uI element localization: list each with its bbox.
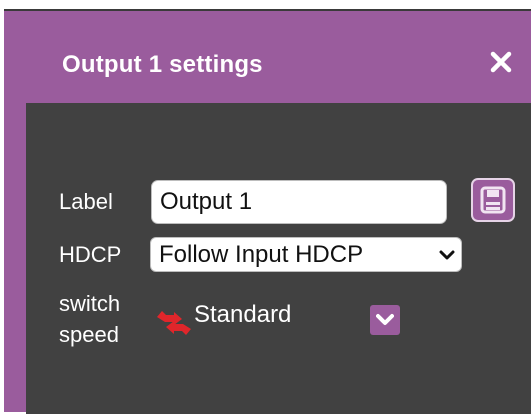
- switch-speed-icon: [157, 311, 191, 335]
- save-icon: [480, 186, 506, 214]
- hdcp-field-label: HDCP: [59, 242, 122, 267]
- hdcp-selected-value: Follow Input HDCP: [159, 240, 364, 268]
- dialog-titlebar: Output 1 settings: [4, 11, 531, 103]
- chevron-down-icon: [376, 314, 394, 325]
- label-field-label: Label: [59, 189, 113, 214]
- close-icon: [490, 51, 512, 73]
- label-input[interactable]: [151, 180, 447, 224]
- hdcp-select[interactable]: Follow Input HDCP: [150, 237, 462, 272]
- close-button[interactable]: [486, 47, 516, 77]
- switch-speed-value: Standard: [194, 301, 292, 328]
- dialog-body: Label HDCP Follow Input HDCP switch spee…: [26, 103, 531, 414]
- dialog-title: Output 1 settings: [62, 51, 263, 78]
- save-button[interactable]: [471, 178, 515, 222]
- switch-speed-label-line2: speed: [59, 322, 119, 347]
- switch-speed-label-line1: switch: [59, 291, 121, 316]
- output-settings-dialog: Output 1 settings Label HDCP Follow Inpu…: [4, 9, 531, 414]
- top-strip: [0, 0, 531, 9]
- chevron-down-icon: [439, 250, 455, 260]
- switch-speed-dropdown-button[interactable]: [370, 305, 400, 335]
